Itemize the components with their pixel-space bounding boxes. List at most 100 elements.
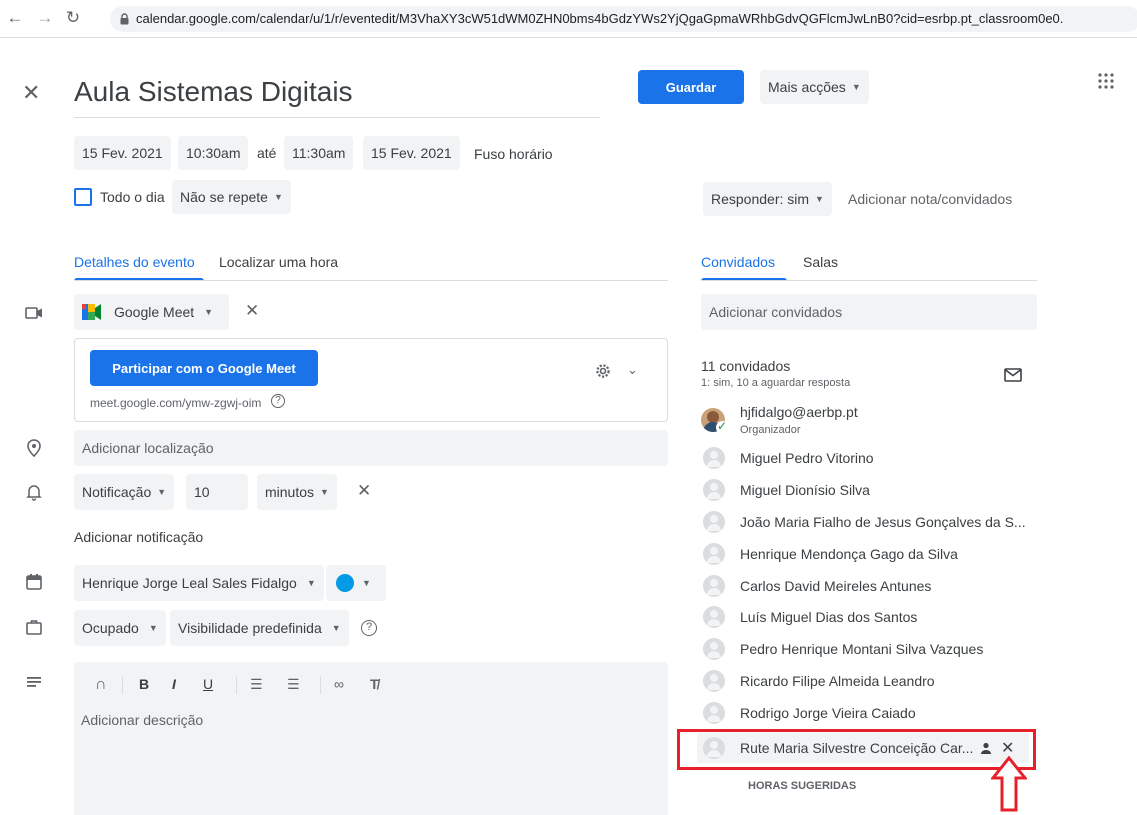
busy-dropdown[interactable]: Ocupado ▼ [74,610,166,646]
add-note-link[interactable]: Adicionar nota/convidados [848,191,1012,207]
calendar-owner-label: Henrique Jorge Leal Sales Fidalgo [82,575,297,591]
link-icon[interactable]: ∞ [334,676,344,692]
remove-notification-icon[interactable]: ✕ [357,481,371,501]
timezone-link[interactable]: Fuso horário [474,146,553,162]
tab-rooms[interactable]: Salas [803,254,838,270]
notification-value-input[interactable]: 10 [186,474,248,510]
tab-guests[interactable]: Convidados [701,254,775,270]
attachment-icon[interactable]: ∩ [95,676,107,694]
underline-icon[interactable]: U [203,676,213,692]
guest-summary: 1: sim, 10 a aguardar resposta [701,377,851,389]
reload-icon[interactable]: ↻ [62,8,84,28]
close-icon[interactable]: ✕ [22,80,40,106]
guest-name: Ricardo Filipe Almeida Leandro [740,673,935,689]
guest-name: Rodrigo Jorge Vieira Caiado [740,705,916,721]
guest-name: Pedro Henrique Montani Silva Vazques [740,641,984,657]
guest-row[interactable]: Henrique Mendonça Gago da Silva [700,539,1040,569]
arrow-up-annotation-icon [991,756,1027,812]
apps-grid-icon[interactable] [1097,72,1115,90]
bulleted-list-icon[interactable]: ☰ [287,676,300,693]
end-time-chip[interactable]: 11:30am [284,136,354,170]
avatar [703,543,725,565]
suggested-times-link[interactable]: HORAS SUGERIDAS [748,780,856,792]
avatar [703,606,725,628]
guest-name: Rute Maria Silvestre Conceição Car... [740,740,974,756]
google-meet-dropdown[interactable]: Google Meet ▼ [74,294,229,330]
respond-label: Responder: sim [711,191,810,207]
guest-name: Henrique Mendonça Gago da Silva [740,546,958,562]
toolbar-separator [122,676,123,694]
calendar-owner-dropdown[interactable]: Henrique Jorge Leal Sales Fidalgo ▼ [74,565,324,601]
avatar [703,479,725,501]
guest-row[interactable]: João Maria Fialho de Jesus Gonçalves da … [700,507,1040,537]
event-title: Aula Sistemas Digitais [74,76,353,107]
notification-unit-dropdown[interactable]: minutos ▼ [257,474,337,510]
notification-type-dropdown[interactable]: Notificação ▼ [74,474,175,510]
email-guests-icon[interactable] [1004,368,1022,382]
tab-event-details[interactable]: Detalhes do evento [74,254,195,270]
accepted-check-icon: ✓ [716,419,729,434]
save-button[interactable]: Guardar [638,70,744,104]
guest-row-highlighted[interactable]: Rute Maria Silvestre Conceição Car... ✕ [697,733,1029,763]
start-date-chip[interactable]: 15 Fev. 2021 [74,136,171,170]
person-icon[interactable] [980,742,992,754]
event-title-field[interactable]: Aula Sistemas Digitais [74,68,600,118]
chevron-down-icon: ▼ [362,578,371,588]
color-picker-dropdown[interactable]: ▼ [326,565,386,601]
tab-find-time[interactable]: Localizar uma hora [219,254,338,270]
clear-formatting-icon[interactable]: T̸ [370,676,379,692]
guest-row[interactable]: Carlos David Meireles Antunes [700,571,1040,601]
tabs-divider [701,280,1037,281]
busy-label: Ocupado [82,620,139,636]
remove-meet-icon[interactable]: ✕ [245,301,259,321]
gear-icon[interactable] [594,362,612,380]
avatar [703,737,725,759]
guest-name: Carlos David Meireles Antunes [740,578,932,594]
url-text: calendar.google.com/calendar/u/1/r/event… [136,11,1064,26]
location-input[interactable]: Adicionar localização [74,430,668,466]
guest-row[interactable]: Miguel Dionísio Silva [700,475,1040,505]
all-day-checkbox[interactable] [74,188,92,206]
tabs-divider [74,280,668,281]
numbered-list-icon[interactable]: ☰ [250,676,263,693]
toolbar-separator [320,676,321,694]
guest-row[interactable]: Miguel Pedro Vitorino [700,443,1040,473]
join-meet-button[interactable]: Participar com o Google Meet [90,350,318,386]
meet-link[interactable]: meet.google.com/ymw-zgwj-oim [90,396,261,410]
remove-guest-icon[interactable]: ✕ [1001,738,1014,758]
repeat-dropdown[interactable]: Não se repete ▼ [172,180,291,214]
guest-name: João Maria Fialho de Jesus Gonçalves da … [740,514,1026,530]
start-time-chip[interactable]: 10:30am [178,136,249,170]
avatar [703,638,725,660]
organizer-email: hjfidalgo@aerbp.pt [740,404,858,420]
chevron-down-icon: ▼ [815,194,824,204]
repeat-label: Não se repete [180,189,268,205]
video-camera-icon [25,307,42,319]
end-date-chip[interactable]: 15 Fev. 2021 [363,136,460,170]
guest-row[interactable]: Rodrigo Jorge Vieira Caiado [700,698,1040,728]
add-guests-input[interactable]: Adicionar convidados [701,294,1037,330]
all-day-label: Todo o dia [100,189,165,205]
avatar [703,447,725,469]
google-meet-label: Google Meet [114,304,195,320]
browser-toolbar: ← → ↻ calendar.google.com/calendar/u/1/r… [0,0,1137,38]
visibility-dropdown[interactable]: Visibilidade predefinida ▼ [170,610,349,646]
back-arrow-icon[interactable]: ← [4,8,26,28]
help-icon[interactable]: ? [361,620,377,636]
respond-dropdown[interactable]: Responder: sim ▼ [703,182,832,216]
bold-icon[interactable]: B [139,676,149,692]
chevron-down-icon[interactable]: ⌄ [627,362,638,378]
guest-row[interactable]: Ricardo Filipe Almeida Leandro [700,666,1040,696]
add-notification-link[interactable]: Adicionar notificação [74,529,203,545]
address-bar[interactable]: calendar.google.com/calendar/u/1/r/event… [110,6,1137,32]
guest-row[interactable]: Luís Miguel Dias dos Santos [700,602,1040,632]
forward-arrow-icon[interactable]: → [34,8,56,28]
notification-unit-label: minutos [265,484,315,500]
more-actions-button[interactable]: Mais acções ▼ [760,70,869,104]
italic-icon[interactable]: I [172,676,176,692]
help-icon[interactable]: ? [271,394,285,408]
guest-count: 11 convidados [701,358,791,374]
organizer-row[interactable]: ✓ hjfidalgo@aerbp.pt Organizador [700,404,1040,438]
guest-row[interactable]: Pedro Henrique Montani Silva Vazques [700,634,1040,664]
avatar [703,702,725,724]
